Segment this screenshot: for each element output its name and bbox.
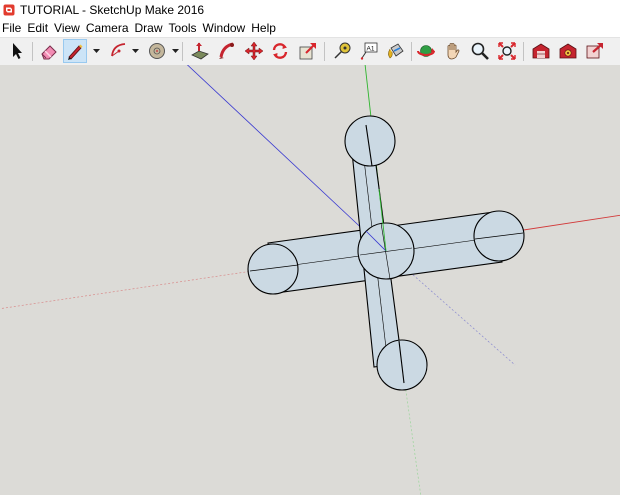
- line-tool-dropdown[interactable]: [92, 39, 100, 63]
- scale-tool-button[interactable]: [296, 39, 320, 63]
- sketchup-window: TUTORIAL - SketchUp Make 2016 File Edit …: [0, 0, 620, 495]
- left-end-circle[interactable]: [247, 243, 299, 295]
- share-model-button[interactable]: [583, 39, 607, 63]
- 3d-warehouse-icon: [532, 43, 550, 59]
- eraser-icon: [41, 45, 57, 60]
- menu-bar: File Edit View Camera Draw Tools Window …: [0, 19, 620, 36]
- select-arrow-icon: [13, 43, 22, 59]
- paint-bucket-tool-button[interactable]: [384, 39, 408, 63]
- eraser-tool-button[interactable]: [37, 39, 61, 63]
- line-tool-button[interactable]: [63, 39, 87, 63]
- move-icon: [244, 41, 264, 61]
- toolbar-separator: [523, 42, 524, 61]
- circle-shape-icon: [149, 43, 165, 59]
- text-label-icon: A1: [360, 42, 378, 60]
- menu-file[interactable]: File: [0, 21, 24, 35]
- share-model-icon: [586, 43, 603, 59]
- svg-text:A1: A1: [367, 46, 375, 53]
- title-bar: TUTORIAL - SketchUp Make 2016: [0, 0, 620, 19]
- menu-view[interactable]: View: [51, 21, 83, 35]
- arc-tool-dropdown[interactable]: [131, 39, 139, 63]
- menu-camera[interactable]: Camera: [83, 21, 132, 35]
- rotate-tool-button[interactable]: [268, 39, 292, 63]
- toolbar-separator: [182, 42, 183, 61]
- zoom-tool-button[interactable]: [468, 39, 492, 63]
- push-pull-icon: [191, 42, 209, 60]
- pan-tool-button[interactable]: [441, 39, 465, 63]
- scale-icon: [299, 43, 316, 60]
- orbit-icon: [417, 45, 435, 57]
- menu-draw[interactable]: Draw: [132, 21, 166, 35]
- zoom-extents-icon: [498, 42, 516, 60]
- select-tool-button[interactable]: [5, 39, 29, 63]
- extension-warehouse-button[interactable]: [556, 39, 580, 63]
- sketchup-logo-icon: [3, 4, 15, 15]
- move-tool-button[interactable]: [242, 39, 266, 63]
- follow-me-icon: [219, 42, 234, 59]
- toolbar-separator: [32, 42, 33, 61]
- 3d-warehouse-button[interactable]: [529, 39, 553, 63]
- shape-tool-button[interactable]: [145, 39, 169, 63]
- menu-tools[interactable]: Tools: [166, 21, 200, 35]
- zoom-extents-tool-button[interactable]: [495, 39, 519, 63]
- arc-icon: [111, 43, 126, 57]
- pencil-line-icon: [68, 44, 83, 60]
- text-tool-button[interactable]: A1: [357, 39, 381, 63]
- push-pull-tool-button[interactable]: [188, 39, 212, 63]
- main-toolbar: A1: [0, 37, 620, 66]
- window-title: TUTORIAL - SketchUp Make 2016: [20, 2, 205, 17]
- pan-hand-icon: [447, 43, 460, 60]
- top-end-circle[interactable]: [344, 115, 396, 167]
- paint-bucket-icon: [388, 43, 404, 59]
- shape-tool-dropdown[interactable]: [171, 39, 179, 63]
- chevron-down-icon: [171, 49, 179, 53]
- zoom-icon: [471, 42, 489, 60]
- tape-measure-tool-button[interactable]: [330, 39, 354, 63]
- menu-help[interactable]: Help: [248, 21, 279, 35]
- chevron-down-icon: [92, 49, 100, 53]
- menu-edit[interactable]: Edit: [24, 21, 51, 35]
- orbit-tool-button[interactable]: [414, 39, 438, 63]
- chevron-down-icon: [131, 49, 139, 53]
- tape-measure-icon: [334, 42, 351, 59]
- menu-window[interactable]: Window: [200, 21, 249, 35]
- rotate-icon: [272, 43, 288, 59]
- model-viewport[interactable]: [0, 65, 620, 495]
- model-canvas[interactable]: [0, 65, 620, 495]
- toolbar-separator: [324, 42, 325, 61]
- follow-me-tool-button[interactable]: [215, 39, 239, 63]
- toolbar-separator: [411, 42, 412, 61]
- arc-tool-button[interactable]: [107, 39, 131, 63]
- extension-warehouse-icon: [559, 43, 577, 59]
